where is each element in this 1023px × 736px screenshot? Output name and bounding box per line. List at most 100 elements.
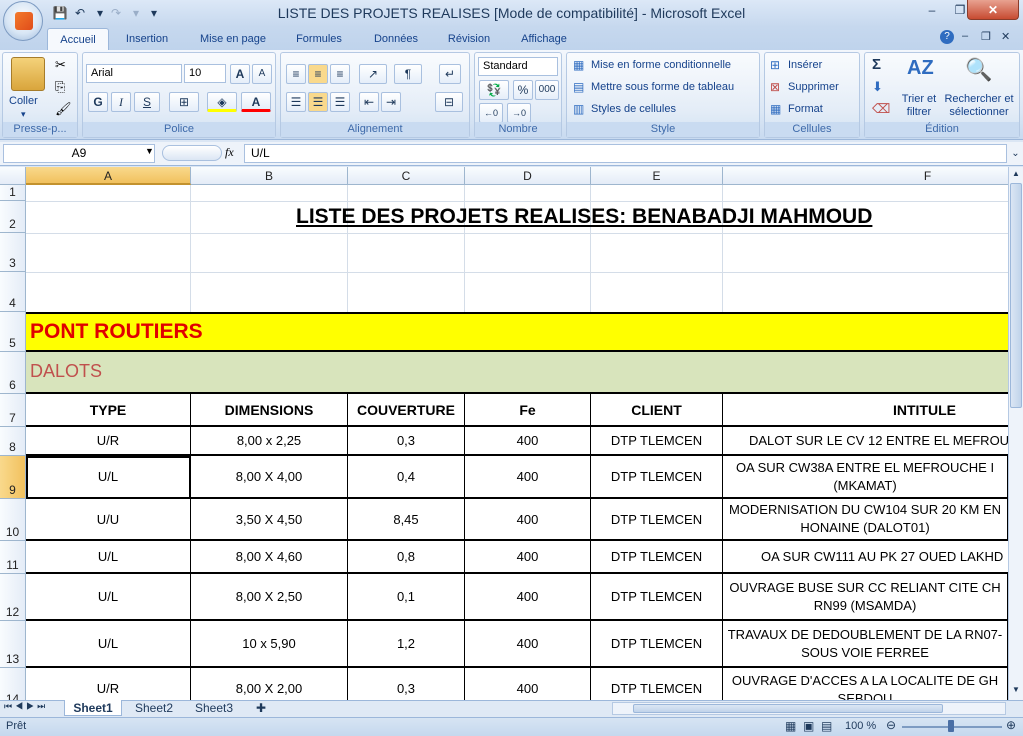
align-top-icon[interactable]: ≡ <box>286 64 306 84</box>
cell-type-selected[interactable]: U/L <box>26 456 191 499</box>
align-center-icon[interactable]: ☰ <box>308 92 328 112</box>
italic-button[interactable]: I <box>111 92 131 112</box>
cell-client[interactable]: DTP TLEMCEN <box>591 499 723 541</box>
row-header-3[interactable]: 3 <box>0 233 26 272</box>
formula-bar-splitter[interactable] <box>162 145 222 161</box>
column-header-b[interactable]: B <box>191 167 348 185</box>
cell-type[interactable]: U/L <box>26 574 191 621</box>
cell-fe[interactable]: 400 <box>465 621 591 668</box>
cell-fe[interactable]: 400 <box>465 668 591 700</box>
conditional-format-button[interactable]: Mise en forme conditionnelle <box>591 57 731 73</box>
select-all-corner[interactable] <box>0 167 26 185</box>
column-header-d[interactable]: D <box>465 167 591 185</box>
paste-dropdown-icon[interactable]: ▾ <box>21 109 26 120</box>
row-header-8[interactable]: 8 <box>0 427 26 456</box>
cell-dimensions[interactable]: 8,00 X 4,60 <box>191 541 348 574</box>
fill-color-icon[interactable]: ◈ <box>207 92 237 112</box>
cell-fe[interactable]: 400 <box>465 427 591 456</box>
cell-intitule[interactable]: DALOT SUR LE CV 12 ENTRE EL MEFROU <box>723 427 1008 456</box>
cell-intitule[interactable]: OUVRAGE D'ACCES A LA LOCALITE DE GH SEBD… <box>723 668 1008 700</box>
horizontal-scroll-thumb[interactable] <box>633 704 943 713</box>
paste-button[interactable]: Coller <box>9 93 38 109</box>
cell-client[interactable]: DTP TLEMCEN <box>591 668 723 700</box>
row-header-9[interactable]: 9 <box>0 456 26 499</box>
column-header-e[interactable]: E <box>591 167 723 185</box>
row-header-10[interactable]: 10 <box>0 499 26 541</box>
cell-styles-button[interactable]: Styles de cellules <box>591 101 676 117</box>
cell-client[interactable]: DTP TLEMCEN <box>591 621 723 668</box>
format-painter-icon[interactable]: 🖌 <box>55 101 72 117</box>
name-box[interactable]: A9 <box>3 144 155 163</box>
font-name-combo[interactable]: Arial <box>86 64 182 83</box>
page-layout-view-icon[interactable]: ▣ <box>803 719 814 733</box>
underline-button[interactable]: S <box>134 92 160 112</box>
normal-view-icon[interactable]: ▦ <box>785 719 796 733</box>
tab-affichage[interactable]: Affichage <box>510 28 578 50</box>
format-cells-button[interactable]: Format <box>788 101 823 117</box>
cell-couverture[interactable]: 8,45 <box>348 499 465 541</box>
cell-intitule[interactable]: OUVRAGE BUSE SUR CC RELIANT CITE CH RN99… <box>723 574 1008 621</box>
zoom-level[interactable]: 100 % <box>845 720 876 732</box>
orientation-icon[interactable]: ↗ <box>359 64 387 84</box>
row-header-7[interactable]: 7 <box>0 394 26 427</box>
currency-icon[interactable]: 💱 <box>479 80 509 100</box>
expand-formula-bar-icon[interactable]: ⌄ <box>1009 144 1022 163</box>
row-header-13[interactable]: 13 <box>0 621 26 668</box>
bold-button[interactable]: G <box>88 92 108 112</box>
wrap-text-icon[interactable]: ↵ <box>439 64 461 84</box>
autosum-button[interactable]: Σ <box>872 56 881 73</box>
cell-client[interactable]: DTP TLEMCEN <box>591 427 723 456</box>
cell-type[interactable]: U/U <box>26 499 191 541</box>
close-button[interactable]: ✕ <box>967 0 1019 20</box>
cell-type[interactable]: U/L <box>26 621 191 668</box>
cell-dimensions[interactable]: 8,00 X 4,00 <box>191 456 348 499</box>
cell-intitule[interactable]: MODERNISATION DU CW104 SUR 20 KM EN HONA… <box>723 499 1008 541</box>
tab-donnees[interactable]: Données <box>362 28 430 50</box>
merge-center-icon[interactable]: ⊟ <box>435 92 463 112</box>
cell-fe[interactable]: 400 <box>465 456 591 499</box>
cell-fe[interactable]: 400 <box>465 499 591 541</box>
scroll-up-icon[interactable]: ▲ <box>1010 169 1022 181</box>
align-middle-icon[interactable]: ≡ <box>308 64 328 84</box>
cell-client[interactable]: DTP TLEMCEN <box>591 541 723 574</box>
vertical-scroll-thumb[interactable] <box>1010 183 1022 408</box>
row-header-12[interactable]: 12 <box>0 574 26 621</box>
cell-type[interactable]: U/L <box>26 541 191 574</box>
tab-formules[interactable]: Formules <box>285 28 353 50</box>
vertical-scrollbar[interactable]: ▲ ▼ <box>1008 167 1023 700</box>
number-format-combo[interactable]: Standard <box>478 57 558 76</box>
row-header-1[interactable]: 1 <box>0 185 26 201</box>
cell-dimensions[interactable]: 10 x 5,90 <box>191 621 348 668</box>
cell-client[interactable]: DTP TLEMCEN <box>591 456 723 499</box>
sheet-nav-icon[interactable]: ⏮◀▶⏭ <box>4 701 48 712</box>
row-header-6[interactable]: 6 <box>0 352 26 394</box>
zoom-in-icon[interactable]: ⊕ <box>1006 718 1016 732</box>
cell-intitule[interactable]: TRAVAUX DE DEDOUBLEMENT DE LA RN07- SOUS… <box>723 621 1008 668</box>
find-select-button[interactable]: Rechercher et sélectionner <box>941 93 1017 119</box>
text-direction-icon[interactable]: ¶ <box>394 64 422 84</box>
decrease-indent-icon[interactable]: ⇤ <box>359 92 379 112</box>
sheet-tab-sheet1[interactable]: Sheet1 <box>64 700 122 716</box>
align-left-icon[interactable]: ☰ <box>286 92 306 112</box>
insert-function-button[interactable]: fx <box>225 145 234 160</box>
row-header-5[interactable]: 5 <box>0 312 26 352</box>
delete-cells-button[interactable]: Supprimer <box>788 79 839 95</box>
percent-button[interactable]: % <box>513 80 533 100</box>
tab-mise-en-page[interactable]: Mise en page <box>188 28 278 50</box>
cell-dimensions[interactable]: 8,00 x 2,25 <box>191 427 348 456</box>
paste-icon[interactable] <box>11 57 45 91</box>
align-right-icon[interactable]: ☰ <box>330 92 350 112</box>
name-box-dropdown-icon[interactable]: ▼ <box>145 146 154 156</box>
cut-icon[interactable]: ✂ <box>55 57 66 73</box>
increase-decimal-icon[interactable]: ←0 <box>479 103 503 123</box>
zoom-slider-thumb[interactable] <box>948 720 954 732</box>
thousands-button[interactable]: 000 <box>535 80 559 100</box>
column-header-a[interactable]: A <box>26 167 191 185</box>
format-as-table-button[interactable]: Mettre sous forme de tableau <box>591 79 734 95</box>
help-icon[interactable]: ? <box>940 30 954 44</box>
page-break-view-icon[interactable]: ▤ <box>821 719 832 733</box>
formula-input[interactable]: U/L <box>244 144 1007 163</box>
cell-dimensions[interactable]: 8,00 X 2,00 <box>191 668 348 700</box>
zoom-out-icon[interactable]: ⊖ <box>886 718 896 732</box>
sort-filter-button[interactable]: Trier et filtrer <box>901 93 937 119</box>
